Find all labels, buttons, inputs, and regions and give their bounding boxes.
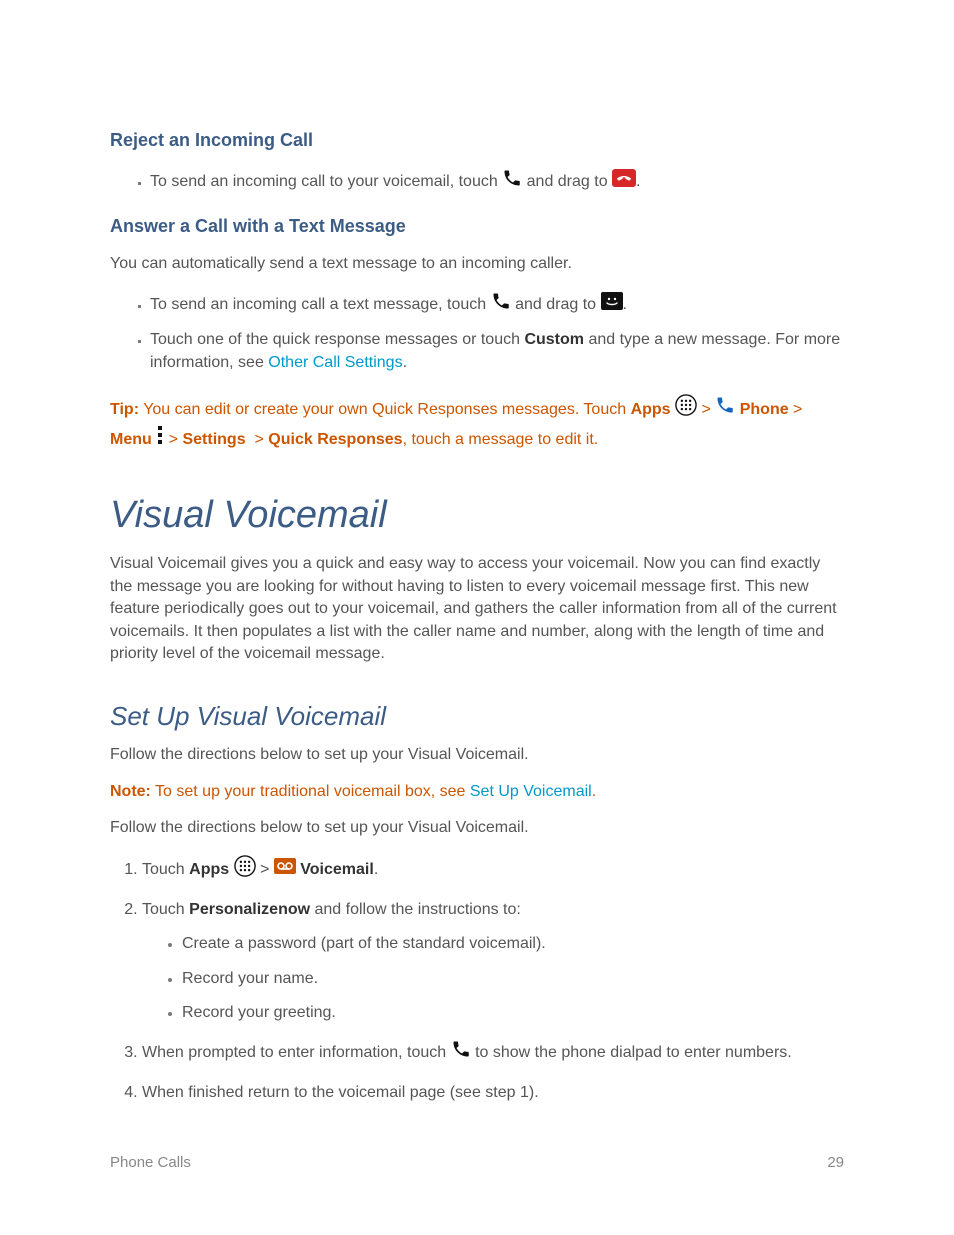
breadcrumb-sep: > [164,431,182,448]
list-item: Touch Apps > Voicemail. [142,855,844,884]
list-item: To send an incoming call a text message,… [150,290,844,319]
bold-text: Personalizenow [189,901,310,918]
text: Touch one of the quick response messages… [150,331,524,348]
list-item: Touch one of the quick response messages… [150,329,844,374]
tip-label: Tip: [110,401,139,418]
bold-text: Voicemail [300,861,374,878]
text: To send an incoming call to your voicema… [150,173,502,190]
page-footer: Phone Calls 29 [110,1154,844,1171]
text: Touch [142,861,189,878]
text: Touch [142,901,189,918]
text: When prompted to enter information, touc… [142,1044,451,1061]
text: and follow the instructions to: [310,901,521,918]
text: and drag to [527,173,612,190]
text: . [636,173,640,190]
page-content: Reject an Incoming Call To send an incom… [0,0,954,1104]
breadcrumb-sep: > [789,401,803,418]
list-item: To send an incoming call to your voicema… [150,167,844,196]
sub-list: Create a password (part of the standard … [142,933,844,1024]
bold-text: Settings [182,431,245,448]
phone-handset-icon [502,167,522,196]
reject-list: To send an incoming call to your voicema… [110,167,844,196]
bold-text: Apps [631,401,671,418]
paragraph: Follow the directions below to set up yo… [110,744,844,766]
heading-setup-vv: Set Up Visual Voicemail [110,701,844,732]
heading-visual-voicemail: Visual Voicemail [110,494,844,537]
text: . [403,354,407,371]
phone-blue-icon [715,395,735,424]
breadcrumb-sep: > [260,861,274,878]
decline-call-icon [612,169,636,194]
apps-grid-icon [675,394,697,425]
voicemail-icon [274,858,296,881]
heading-answer: Answer a Call with a Text Message [110,216,844,237]
answer-list: To send an incoming call a text message,… [110,290,844,374]
bold-text: Menu [110,431,152,448]
list-item: Record your name. [182,968,844,990]
text: and drag to [515,296,600,313]
text: . [623,296,627,313]
phone-handset-icon [451,1038,471,1067]
text: to show the phone dialpad to enter numbe… [475,1044,792,1061]
note-label: Note: [110,783,151,800]
footer-page-number: 29 [827,1154,844,1171]
text: You can edit or create your own Quick Re… [139,401,631,418]
list-item: Touch Personalizenow and follow the inst… [142,899,844,1025]
paragraph: You can automatically send a text messag… [110,253,844,275]
breadcrumb-sep: > [697,401,715,418]
bold-text: Phone [740,401,789,418]
text: To send an incoming call a text message,… [150,296,491,313]
list-item: Record your greeting. [182,1002,844,1024]
list-item: When finished return to the voicemail pa… [142,1082,844,1104]
list-item: When prompted to enter information, touc… [142,1038,844,1067]
breadcrumb-sep: > [250,431,268,448]
steps-list: Touch Apps > Voicemail. Touch Personaliz… [110,855,844,1104]
text: To set up your traditional voicemail box… [151,783,470,800]
message-icon [601,292,623,317]
footer-section: Phone Calls [110,1154,191,1171]
paragraph: Follow the directions below to set up yo… [110,817,844,839]
link-setup-voicemail[interactable]: Set Up Voicemail [470,783,592,800]
heading-reject: Reject an Incoming Call [110,130,844,151]
list-item: Create a password (part of the standard … [182,933,844,955]
bold-text: Quick Responses [268,431,402,448]
text: . [592,783,596,800]
paragraph: Visual Voicemail gives you a quick and e… [110,553,844,665]
note-block: Note: To set up your traditional voicema… [110,781,844,803]
phone-handset-icon [491,290,511,319]
bold-text: Apps [189,861,229,878]
text: . [374,861,378,878]
apps-grid-icon [234,855,256,884]
bold-text: Custom [524,331,584,348]
text: , touch a message to edit it. [403,431,599,448]
tip-block: Tip: You can edit or create your own Qui… [110,394,844,454]
link-other-call-settings[interactable]: Other Call Settings [268,354,402,371]
